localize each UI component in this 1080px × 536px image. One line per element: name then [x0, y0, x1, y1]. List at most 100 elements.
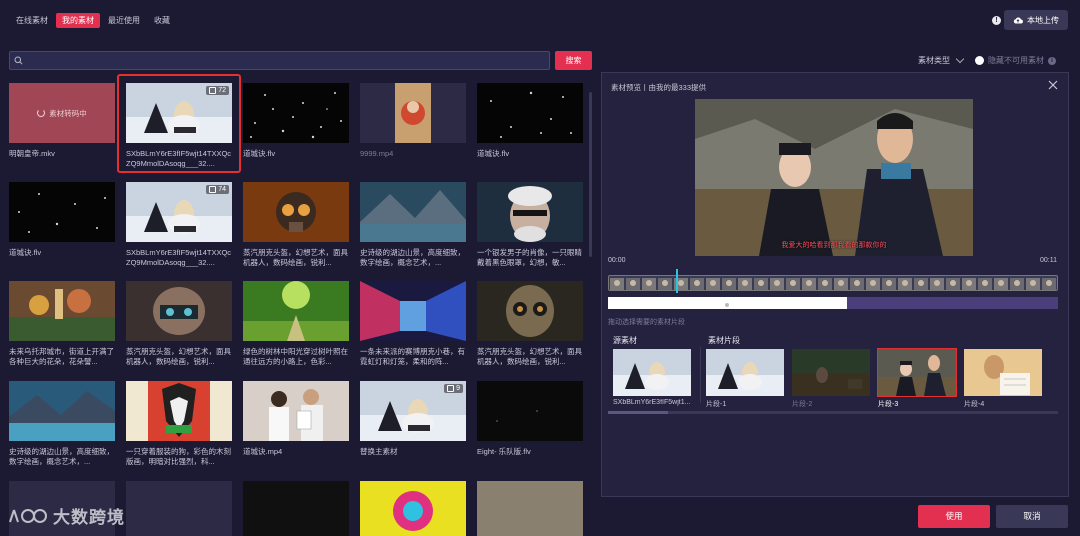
clips-scroll-thumb[interactable]	[608, 411, 668, 414]
material-card[interactable]: 道城诀.flv	[9, 182, 115, 258]
filmstrip-frame	[738, 278, 752, 290]
use-button[interactable]: 使用	[918, 505, 990, 528]
filmstrip-frame	[882, 278, 896, 290]
source-material[interactable]: SXbBLmY6rE3fIF5wjt1...	[613, 349, 691, 406]
clip-item[interactable]: 片段-4	[964, 349, 1042, 409]
material-thumbnail	[477, 83, 583, 143]
material-caption: SXbBLmY6rE3fIF5wjt14TXXQcZQ9MmolDAsoqg__…	[126, 149, 232, 168]
material-card[interactable]: Eight- 乐队版.flv	[477, 381, 583, 457]
material-card[interactable]: 一只穿着服装的狗，彩色的木刻版画，明暗对比强烈，科...	[126, 381, 232, 467]
video-subtitle: 我爱大的哈看到那我看的那款你的	[781, 242, 887, 249]
video-player[interactable]: 我爱大的哈看到那我看的那款你的	[695, 99, 973, 256]
material-card[interactable]: 绿色的树林中阳光穿过树叶照在通往远方的小路上，色彩...	[243, 281, 349, 367]
material-caption: SXbBLmY6rE3fIF5wjt14TXXQcZQ9MmolDAsoqg__…	[126, 248, 232, 267]
clip-count: 74	[218, 186, 226, 193]
close-icon[interactable]	[1048, 80, 1058, 90]
filmstrip-frame	[994, 278, 1008, 290]
material-thumbnail	[360, 182, 466, 242]
clips-label: 素材片段	[708, 336, 740, 345]
search-button[interactable]: 搜索	[555, 51, 592, 70]
search-input[interactable]	[28, 52, 538, 69]
tab-online[interactable]: 在线素材	[10, 13, 54, 28]
hide-unavailable-label: 隐藏不可用素材	[988, 56, 1044, 65]
material-card[interactable]: 72 SXbBLmY6rE3fIF5wjt14TXXQcZQ9MmolDAsoq…	[126, 83, 232, 169]
material-card[interactable]: 道城诀.flv	[243, 83, 349, 159]
filmstrip-frame	[898, 278, 912, 290]
material-card[interactable]: 史诗级的湖边山景，高度细致，数字绘画，概念艺术，...	[9, 381, 115, 467]
playhead[interactable]	[675, 269, 678, 293]
material-card[interactable]: 9999.mp4	[360, 83, 466, 159]
material-card[interactable]	[360, 481, 466, 536]
material-caption: 道城诀.flv	[9, 248, 42, 257]
tab-my-materials[interactable]: 我的素材	[56, 13, 100, 28]
layers-icon	[209, 87, 217, 94]
material-card[interactable]: 蒸汽朋克头盔，幻想艺术，面具机器人，数码绘画，锐利...	[126, 281, 232, 367]
thumbnail-image	[477, 182, 583, 242]
filmstrip-frame	[834, 278, 848, 290]
material-caption: 绿色的树林中阳光穿过树叶照在通往远方的小路上，色彩...	[243, 347, 348, 366]
material-thumbnail	[477, 281, 583, 341]
clip-label: 片段-1	[706, 401, 727, 408]
filmstrip-frame	[706, 278, 720, 290]
material-caption: 一条未来派的赛博朋克小巷，有霓虹灯和灯笼，柔和的阵...	[360, 347, 465, 366]
material-card[interactable]	[477, 481, 583, 536]
material-card[interactable]: 9 替换主素材	[360, 381, 466, 457]
material-thumbnail: 74	[126, 182, 232, 242]
filmstrip-frame	[770, 278, 784, 290]
clip-label: 片段-3	[878, 401, 899, 408]
material-card[interactable]: 一条未来派的赛博朋克小巷，有霓虹灯和灯笼，柔和的阵...	[360, 281, 466, 367]
thumbnail-image	[243, 182, 349, 242]
source-label: 源素材	[613, 336, 637, 345]
cancel-button[interactable]: 取消	[996, 505, 1068, 528]
thumbnail-image	[395, 83, 431, 143]
help-icon[interactable]: !	[992, 16, 1001, 25]
drag-hint: 拖动选择需要的素材片段	[608, 319, 685, 326]
clips-divider	[700, 347, 701, 403]
tab-favorites[interactable]: 收藏	[148, 13, 176, 28]
clip-item[interactable]: 片段-2	[792, 349, 870, 409]
info-icon[interactable]: i	[1048, 56, 1056, 65]
material-card[interactable]: 道城诀.mp4	[243, 381, 349, 457]
range-handle[interactable]	[725, 303, 729, 307]
chevron-down-icon[interactable]	[955, 54, 965, 64]
material-thumbnail	[243, 481, 349, 536]
material-card[interactable]	[126, 481, 232, 536]
material-caption: 未来乌托邦城市，街道上开满了各种巨大的花朵，花朵譬...	[9, 347, 114, 366]
material-thumbnail	[9, 281, 115, 341]
tab-recent[interactable]: 最近使用	[102, 13, 146, 28]
material-card[interactable]	[243, 481, 349, 536]
material-thumbnail	[126, 281, 232, 341]
material-thumbnail	[9, 381, 115, 441]
layers-icon	[447, 385, 455, 392]
filmstrip-frame	[642, 278, 656, 290]
filmstrip-frame	[818, 278, 832, 290]
material-thumbnail	[477, 182, 583, 242]
material-card[interactable]: 一个银发男子的肖像，一只眼睛戴着黑色眼罩，幻想，敏...	[477, 182, 583, 268]
material-caption: 史诗级的湖边山景，高度细致，数字绘画，概念艺术，...	[9, 447, 114, 466]
material-card[interactable]: 蒸汽朋克头盔，幻想艺术，面具机器人，数码绘画，锐利...	[243, 182, 349, 268]
segment-range-track[interactable]	[608, 297, 1058, 309]
filmstrip-frame	[850, 278, 864, 290]
material-thumbnail	[360, 83, 466, 143]
grid-scrollbar[interactable]	[589, 92, 592, 257]
thumbnail-image	[360, 182, 466, 242]
thumbnail-image	[792, 349, 870, 396]
material-card[interactable]: 道城诀.flv	[477, 83, 583, 159]
material-card[interactable]: 素材转码中 明朝皇帝.mkv	[9, 83, 115, 159]
filmstrip-frame	[802, 278, 816, 290]
material-caption: 替换主素材	[360, 447, 398, 456]
material-thumbnail	[360, 281, 466, 341]
material-card[interactable]: 74 SXbBLmY6rE3fIF5wjt14TXXQcZQ9MmolDAsoq…	[126, 182, 232, 268]
material-thumbnail: 72	[126, 83, 232, 143]
material-card[interactable]: 未来乌托邦城市，街道上开满了各种巨大的花朵，花朵譬...	[9, 281, 115, 367]
filmstrip-frame	[690, 278, 704, 290]
clips-scrollbar[interactable]	[608, 411, 1058, 414]
clip-item[interactable]: 片段-1	[706, 349, 784, 409]
material-card[interactable]: 蒸汽朋克头盔，幻想艺术，面具机器人，数码绘画，锐利...	[477, 281, 583, 367]
clip-label: 片段-4	[964, 401, 985, 408]
material-type-dropdown[interactable]: 素材类型	[918, 55, 950, 66]
material-card[interactable]: 史诗级的湖边山景，高度细致，数字绘画，概念艺术，...	[360, 182, 466, 268]
clip-item[interactable]: 片段-3	[877, 348, 957, 409]
upload-button[interactable]: 本地上传	[1004, 10, 1068, 30]
hide-unavailable-toggle[interactable]	[975, 56, 984, 65]
